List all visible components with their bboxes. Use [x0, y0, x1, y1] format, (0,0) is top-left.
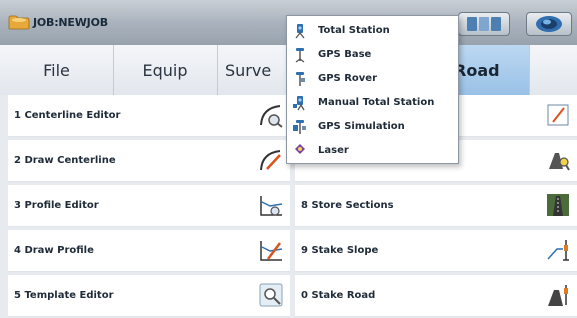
manual-total-station-icon — [293, 96, 305, 111]
map-view-button[interactable] — [526, 12, 572, 36]
menu-item-stake-road[interactable]: 0 Stake Road — [295, 275, 577, 317]
dropdown-item-laser[interactable]: Laser — [287, 139, 458, 163]
template-editor-icon — [259, 283, 283, 307]
menu-item-centerline-editor[interactable]: 1 Centerline Editor — [8, 95, 290, 137]
stake-slope-icon — [547, 240, 569, 261]
menu-item-label: 8 Store Sections — [301, 200, 394, 211]
draw-centerline-icon — [260, 150, 281, 171]
instrument-status-button[interactable] — [458, 12, 510, 36]
menu-item-store-sections[interactable]: 8 Store Sections — [295, 185, 577, 227]
globe-icon — [536, 16, 562, 32]
store-sections-icon — [547, 194, 569, 216]
menu-item-label: 4 Draw Profile — [14, 245, 94, 256]
dropdown-item-gps-rover[interactable]: GPS Rover — [287, 67, 458, 91]
instrument-status-icon — [467, 17, 501, 31]
draw-profile-icon — [260, 241, 283, 261]
road-search-icon — [549, 153, 570, 171]
tab-equip[interactable]: Equip — [113, 45, 218, 95]
profile-editor-icon — [260, 196, 283, 216]
dropdown-item-label: Manual Total Station — [318, 97, 435, 108]
gps-rover-icon — [296, 72, 305, 86]
total-station-icon — [295, 24, 305, 39]
menu-item-template-editor[interactable]: 5 Template Editor — [8, 275, 290, 317]
tab-road[interactable]: Road — [447, 45, 530, 95]
dropdown-item-total-station[interactable]: Total Station — [287, 19, 458, 43]
dropdown-item-label: GPS Base — [318, 49, 372, 60]
dropdown-item-label: Laser — [318, 145, 349, 156]
edit-pencil-icon — [547, 104, 569, 126]
survey-app-window: JOB:NEWJOB File Equip Surve Road 1 Cente — [0, 0, 577, 318]
menu-item-label: 2 Draw Centerline — [14, 155, 116, 166]
menu-item-label: 3 Profile Editor — [14, 200, 99, 211]
dropdown-item-gps-base[interactable]: GPS Base — [287, 43, 458, 67]
menu-item-label: 9 Stake Slope — [301, 245, 379, 256]
tab-file[interactable]: File — [0, 45, 114, 95]
stake-road-icon — [548, 285, 568, 306]
job-folder-icon — [8, 15, 30, 30]
gps-simulation-icon — [293, 120, 306, 134]
equip-dropdown-menu: Total Station GPS Base GPS Rover Manual … — [286, 15, 459, 164]
menu-item-stake-slope[interactable]: 9 Stake Slope — [295, 230, 577, 272]
laser-icon — [295, 144, 305, 154]
dropdown-item-manual-total-station[interactable]: Manual Total Station — [287, 91, 458, 115]
dropdown-item-label: GPS Simulation — [318, 121, 405, 132]
tab-survey[interactable]: Surve — [217, 45, 287, 95]
menu-item-draw-centerline[interactable]: 2 Draw Centerline — [8, 140, 290, 182]
menu-item-label: 5 Template Editor — [14, 290, 114, 301]
menu-item-profile-editor[interactable]: 3 Profile Editor — [8, 185, 290, 227]
gps-base-icon — [295, 48, 305, 63]
centerline-editor-icon — [260, 105, 283, 128]
job-title: JOB:NEWJOB — [33, 16, 108, 29]
menu-item-label: 0 Stake Road — [301, 290, 376, 301]
dropdown-item-label: Total Station — [318, 25, 390, 36]
menu-item-draw-profile[interactable]: 4 Draw Profile — [8, 230, 290, 272]
dropdown-item-gps-simulation[interactable]: GPS Simulation — [287, 115, 458, 139]
dropdown-item-label: GPS Rover — [318, 73, 378, 84]
menu-item-label: 1 Centerline Editor — [14, 110, 121, 121]
